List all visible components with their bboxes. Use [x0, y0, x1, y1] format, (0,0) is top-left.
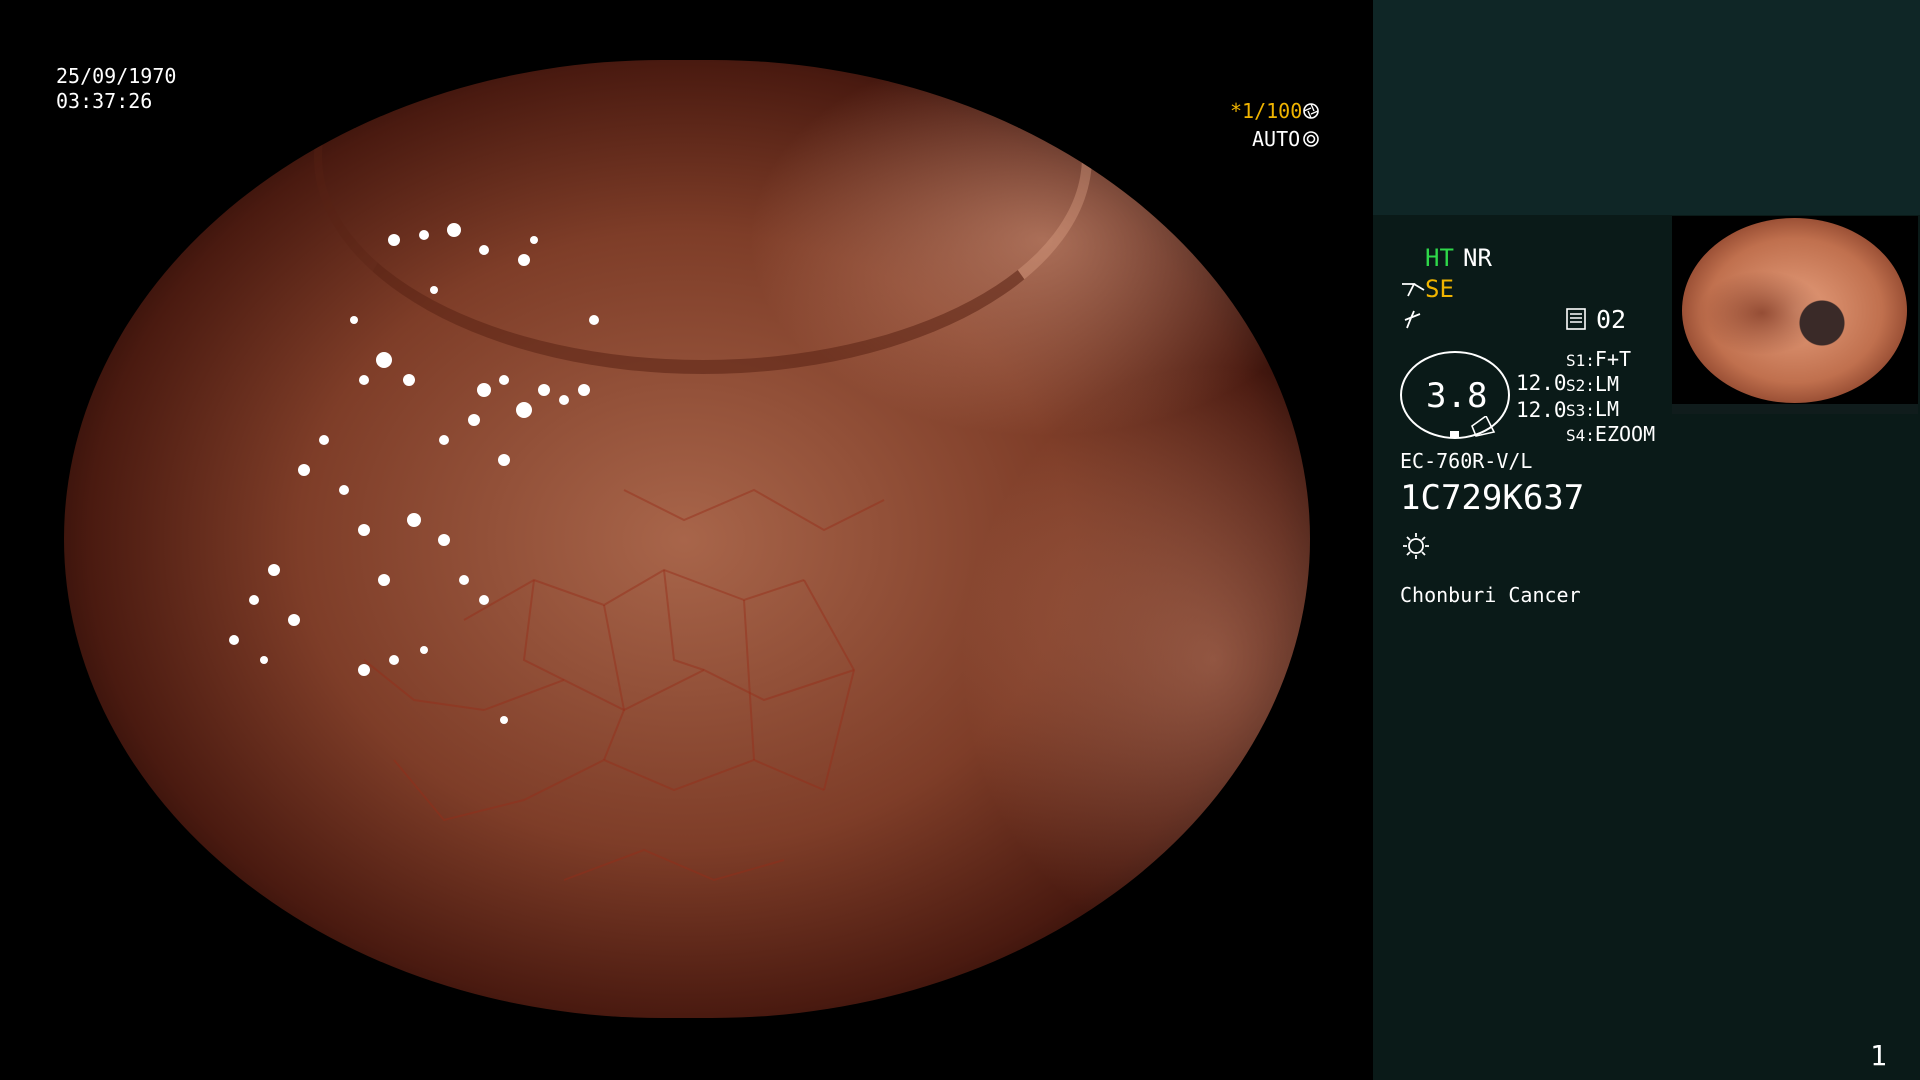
memory-number: 02: [1596, 305, 1627, 334]
color-tone-icon: [1404, 310, 1421, 329]
scope-serial: 1C729K637: [1400, 478, 1585, 518]
vessel-pattern: [229, 223, 885, 882]
switch-value: LM: [1594, 372, 1619, 396]
panel-header-area: [1373, 0, 1920, 215]
iris-icon: [1303, 131, 1319, 147]
switch-key: S3:: [1566, 401, 1595, 420]
switch-row: S3:LM: [1566, 397, 1655, 422]
zoom-value: 3.8: [1426, 376, 1488, 416]
iris-mode: AUTO: [1252, 127, 1301, 151]
zoom-ratio-b: 12.0: [1516, 398, 1567, 422]
switch-key: S2:: [1566, 376, 1595, 395]
switch-row: S2:LM: [1566, 372, 1655, 397]
switch-value: F+T: [1594, 347, 1632, 371]
scope-model: EC-760R-V/L: [1400, 449, 1533, 473]
light-source-icon: [1403, 533, 1429, 559]
endoscope-view: 25/09/1970 03:37:26 *1/100 AUTO: [0, 0, 1373, 1080]
thumbnail-image: [1682, 218, 1907, 403]
switch-list: S1:F+T S2:LM S3:LM S4:EZOOM: [1566, 347, 1655, 447]
zoom-pointer-icon: [1450, 416, 1496, 438]
zoom-ratio-a: 12.0: [1516, 371, 1567, 395]
switch-key: S1:: [1566, 351, 1595, 370]
endoscope-image: [64, 60, 1310, 1018]
switch-row: S1:F+T: [1566, 347, 1655, 372]
memory-card-icon: [1566, 308, 1586, 330]
exam-date: 25/09/1970: [56, 64, 177, 88]
aperture-icon: [1303, 103, 1319, 119]
switch-row: S4:EZOOM: [1566, 422, 1655, 447]
se-mode: SE: [1425, 275, 1454, 303]
switch-value: LM: [1594, 397, 1619, 421]
ht-mode: HT: [1425, 244, 1454, 272]
page-number: 1: [1870, 1039, 1887, 1072]
switch-key: S4:: [1566, 426, 1595, 445]
shutter-speed: *1/100: [1230, 99, 1303, 123]
switch-value: EZOOM: [1594, 422, 1656, 446]
hospital-name: Chonburi Cancer: [1400, 583, 1581, 607]
capture-thumbnail[interactable]: [1672, 216, 1918, 404]
nr-mode: NR: [1463, 244, 1492, 272]
exam-time: 03:37:26: [56, 89, 153, 113]
thumbnail-caption-bar: [1672, 404, 1918, 414]
info-panel: [1373, 0, 1920, 1080]
structure-enhance-icon: [1402, 283, 1425, 297]
